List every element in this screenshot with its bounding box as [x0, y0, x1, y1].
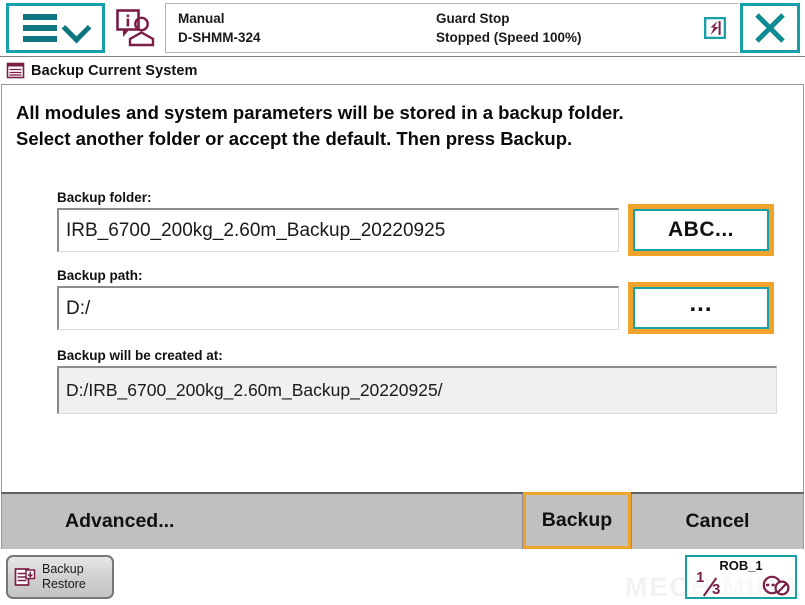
motors-disabled-icon — [762, 575, 790, 596]
robot-status-body: 1 3 — [687, 569, 795, 598]
cancel-button[interactable]: Cancel — [631, 494, 803, 549]
backup-path-browse-button[interactable]: ... — [628, 281, 774, 334]
run-state-label: Stopped (Speed 100%) — [436, 29, 582, 45]
backup-restore-icon — [14, 568, 36, 586]
robot-axis-fraction: 1 3 — [695, 569, 735, 598]
backup-path-input[interactable]: D:/ — [57, 285, 619, 330]
motors-status-button[interactable] — [692, 17, 738, 39]
backup-button[interactable]: Backup — [523, 492, 631, 549]
user-info-button[interactable] — [107, 0, 163, 56]
status-header: Manual D-SHMM-324 Guard Stop Stopped (Sp… — [0, 0, 805, 57]
taskbar-item-label-line2: Restore — [42, 577, 86, 591]
instructions-line-1: All modules and system parameters will b… — [16, 102, 624, 123]
controller-name-label: D-SHMM-324 — [178, 29, 261, 45]
backup-folder-row: IRB_6700_200kg_2.60m_Backup_20220925 ABC… — [57, 203, 777, 256]
window-title-bar: Backup Current System — [0, 57, 805, 84]
operating-mode-block: Manual D-SHMM-324 — [178, 11, 436, 45]
guard-state-label: Guard Stop — [436, 10, 510, 26]
hamburger-icon — [22, 14, 57, 42]
backup-result-label: Backup will be created at: — [57, 347, 223, 363]
backup-form: Backup folder: IRB_6700_200kg_2.60m_Back… — [57, 190, 777, 414]
robot-status-widget[interactable]: ROB_1 1 3 — [685, 555, 797, 599]
advanced-button[interactable]: Advanced... — [2, 494, 523, 549]
backup-path-browse-button-label: ... — [633, 286, 769, 329]
backup-result-block: Backup will be created at: D:/IRB_6700_2… — [57, 348, 777, 414]
teach-pendant-screen: Manual D-SHMM-324 Guard Stop Stopped (Sp… — [0, 0, 805, 605]
robot-axis-denominator: 3 — [712, 581, 721, 598]
taskbar: MECH MIND Backup Restore ROB_1 1 — [0, 549, 805, 605]
action-bar: Advanced... Backup Cancel — [1, 492, 804, 549]
field-spacer — [57, 256, 777, 268]
page-title: Backup Current System — [31, 62, 198, 79]
controller-status-panel[interactable]: Manual D-SHMM-324 Guard Stop Stopped (Sp… — [165, 3, 738, 53]
close-x-icon — [755, 13, 785, 43]
taskbar-item-label-line1: Backup — [42, 562, 84, 577]
main-content: All modules and system parameters will b… — [1, 84, 804, 492]
main-menu-button[interactable] — [6, 3, 105, 53]
backup-path-label: Backup path: — [57, 267, 143, 283]
operating-mode-label: Manual — [178, 10, 225, 26]
robot-name-label: ROB_1 — [719, 558, 763, 573]
backup-folder-keyboard-button[interactable]: ABC... — [628, 203, 774, 256]
backup-result-value: D:/IRB_6700_200kg_2.60m_Backup_20220925/ — [57, 365, 777, 414]
motors-off-icon — [704, 17, 726, 39]
instructions-text: All modules and system parameters will b… — [16, 100, 756, 153]
chevron-down-icon — [63, 15, 89, 41]
guard-state-block: Guard Stop Stopped (Speed 100%) — [436, 11, 692, 45]
backup-folder-label: Backup folder: — [57, 189, 152, 205]
instructions-line-2: Select another folder or accept the defa… — [16, 128, 573, 150]
taskbar-item-label: Backup Restore — [42, 562, 86, 592]
backup-folder-keyboard-button-label: ABC... — [633, 208, 769, 251]
close-window-button[interactable] — [740, 3, 800, 53]
robot-axis-numerator: 1 — [696, 569, 705, 586]
info-user-icon — [116, 9, 155, 47]
backup-folder-input[interactable]: IRB_6700_200kg_2.60m_Backup_20220925 — [57, 207, 619, 252]
backup-path-row: D:/ ... — [57, 281, 777, 334]
backup-restore-icon — [6, 62, 25, 79]
taskbar-item-backup-restore[interactable]: Backup Restore — [6, 555, 114, 599]
